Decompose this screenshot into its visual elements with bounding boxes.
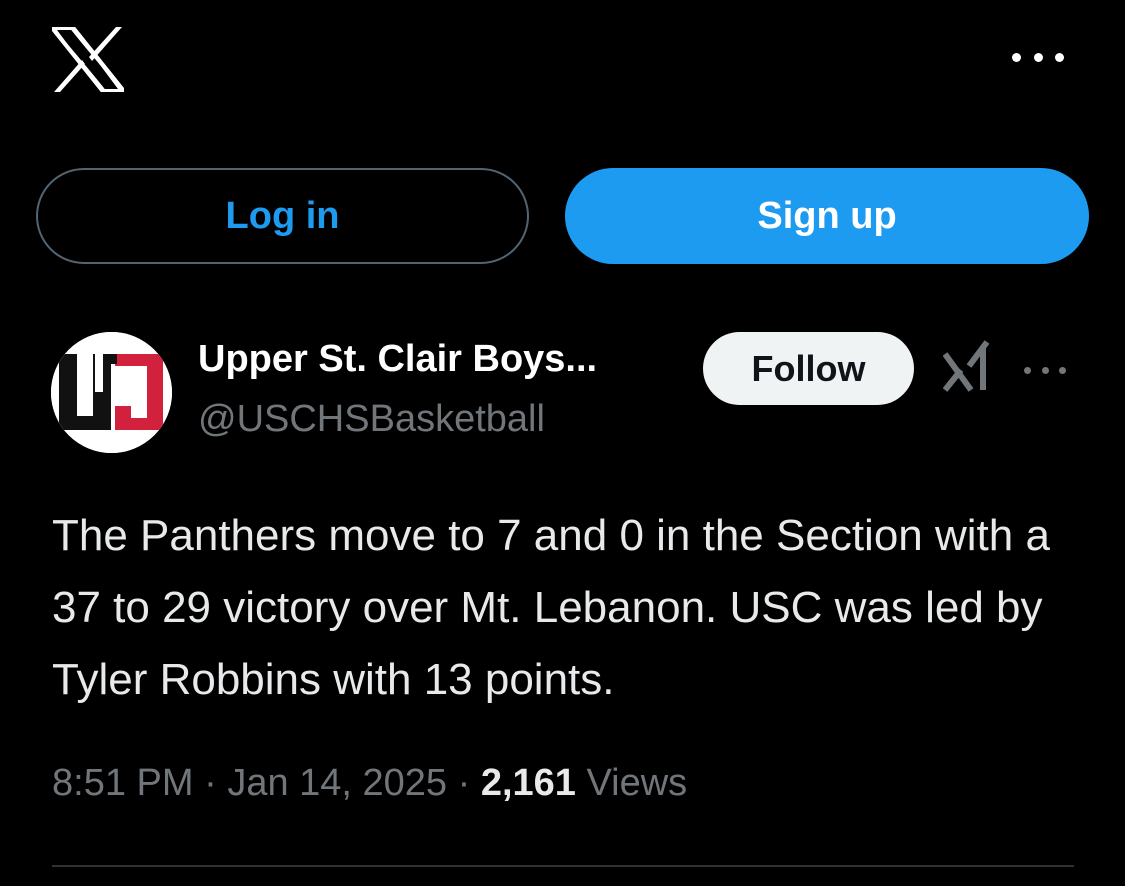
signup-button[interactable]: Sign up xyxy=(565,168,1089,264)
post-meta: 8:51 PM · Jan 14, 2025 · 2,161 Views xyxy=(52,762,687,805)
dot xyxy=(1041,366,1049,374)
team-logo-icon xyxy=(51,332,172,453)
dot xyxy=(1055,52,1064,62)
dot xyxy=(1012,52,1021,62)
divider xyxy=(52,865,1074,867)
post-time[interactable]: 8:51 PM xyxy=(52,762,194,804)
author-handle[interactable]: @USCHSBasketball xyxy=(198,398,545,441)
dot xyxy=(1024,366,1031,374)
meta-separator: · xyxy=(204,762,217,804)
post-text: The Panthers move to 7 and 0 in the Sect… xyxy=(52,511,1050,704)
views-count: 2,161 xyxy=(480,762,576,804)
more-options-icon[interactable] xyxy=(1012,46,1064,68)
avatar[interactable] xyxy=(51,332,172,453)
meta-separator: · xyxy=(457,762,471,804)
post-date[interactable]: Jan 14, 2025 xyxy=(227,762,447,804)
author-display-name[interactable]: Upper St. Clair Boys... xyxy=(198,338,597,381)
dot xyxy=(1059,366,1066,374)
login-button[interactable]: Log in xyxy=(36,168,529,264)
follow-button[interactable]: Follow xyxy=(703,332,914,405)
views-label: Views xyxy=(586,762,688,804)
grok-icon[interactable] xyxy=(942,340,991,392)
dot xyxy=(1033,52,1043,62)
post-more-options-icon[interactable] xyxy=(1024,362,1066,378)
x-logo-icon[interactable] xyxy=(46,24,130,95)
